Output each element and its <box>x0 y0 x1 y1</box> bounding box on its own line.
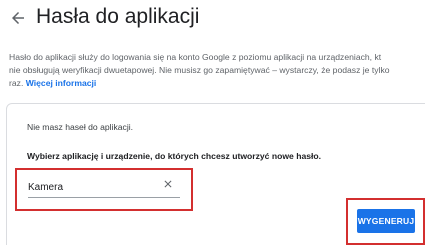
app-input-highlight <box>15 168 193 211</box>
generate-button-highlight: WYGENERUJ <box>346 198 425 245</box>
app-name-input[interactable] <box>28 176 178 198</box>
description-text: Hasło do aplikacji służy do logowania si… <box>9 51 421 90</box>
arrow-left-icon[interactable] <box>9 9 27 27</box>
description-line-1: Hasło do aplikacji służy do logowania si… <box>9 52 382 62</box>
page-title: Hasła do aplikacji <box>36 5 200 28</box>
close-icon[interactable] <box>162 178 174 190</box>
app-passwords-page: Hasła do aplikacji Hasło do aplikacji sł… <box>0 0 425 245</box>
generate-button[interactable]: WYGENERUJ <box>357 209 415 233</box>
description-line-3: raz. Więcej informacji <box>9 77 421 90</box>
input-underline <box>28 197 180 198</box>
page-header: Hasła do aplikacji <box>0 0 425 34</box>
no-passwords-message: Nie masz haseł do aplikacji. <box>27 122 134 132</box>
more-info-link[interactable]: Więcej informacji <box>26 78 97 88</box>
select-app-label: Wybierz aplikację i urządzenie, do który… <box>27 151 322 161</box>
description-line-3-prefix: raz. <box>9 78 24 88</box>
description-line-2: nie obsługują weryfikacji dwuetapowej. N… <box>9 65 390 75</box>
